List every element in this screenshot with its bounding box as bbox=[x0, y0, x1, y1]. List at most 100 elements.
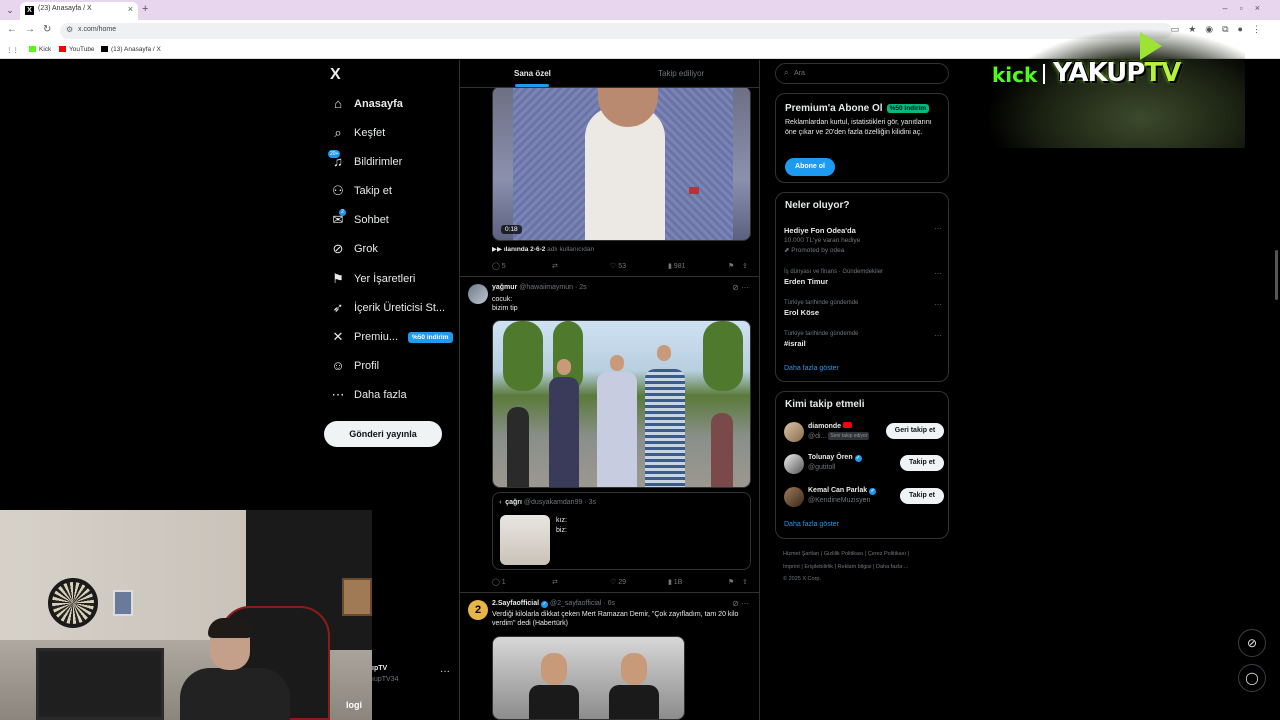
quoted-post[interactable]: ◐ çağrı @dusyakamdan99 · 3s kız: biz: bbox=[492, 492, 751, 570]
window-controls[interactable]: –▫× bbox=[1223, 3, 1272, 13]
tab-search-icon[interactable]: ⌄ bbox=[4, 4, 16, 16]
search-input[interactable]: ⌕ Ara bbox=[775, 63, 949, 84]
tab-following[interactable]: Takip ediliyor bbox=[658, 69, 704, 78]
author-name[interactable]: yağmur bbox=[492, 284, 517, 291]
footer-link[interactable]: Imprint bbox=[783, 564, 800, 570]
subscribe-button[interactable]: Abone ol bbox=[785, 158, 835, 176]
search-icon: ⌕ bbox=[334, 125, 342, 140]
nav-explore[interactable]: ⌕ Keşfet bbox=[330, 121, 385, 145]
apps-icon[interactable]: ⋮⋮ bbox=[6, 46, 19, 54]
trend-item[interactable]: Türkiye tarihinde gündemde #israil ··· bbox=[784, 331, 942, 348]
nav-label: Grok bbox=[354, 243, 378, 255]
profile-icon: ☺ bbox=[331, 358, 345, 373]
trend-more-icon[interactable]: ··· bbox=[934, 269, 942, 278]
x-premium-icon: ✕ bbox=[332, 329, 344, 344]
footer-link[interactable]: Erişilebilirlik bbox=[804, 564, 833, 570]
new-tab-button[interactable]: + bbox=[142, 3, 148, 15]
tab-close-icon[interactable]: × bbox=[128, 4, 133, 14]
footer-link[interactable]: Daha fazla ... bbox=[876, 564, 908, 570]
reply-button[interactable]: ◯ 1 bbox=[492, 578, 506, 586]
avatar[interactable] bbox=[784, 422, 804, 442]
footer-link[interactable]: Reklam bilgisi bbox=[838, 564, 872, 570]
x-logo-icon[interactable]: X bbox=[330, 66, 341, 84]
repost-button[interactable]: ⇄ bbox=[552, 262, 558, 270]
bookmark-kick[interactable]: Kick bbox=[29, 46, 51, 53]
back-icon[interactable]: ← bbox=[7, 24, 17, 35]
repost-button[interactable]: ⇄ bbox=[552, 578, 558, 586]
bookmark-icon[interactable]: ⚑ bbox=[728, 262, 734, 270]
follows-you-tag: Seni takip ediyor bbox=[828, 432, 870, 440]
post-photo[interactable] bbox=[492, 636, 685, 720]
account-name[interactable]: ıpTV bbox=[372, 665, 387, 672]
post-more-icon[interactable]: ⊘ ··· bbox=[732, 599, 749, 608]
nav-more[interactable]: ⋯ Daha fazla bbox=[330, 383, 407, 407]
post-video[interactable]: 0:18 bbox=[492, 86, 751, 241]
trends-show-more-link[interactable]: Daha fazla göster bbox=[784, 365, 839, 372]
author-name[interactable]: 2.Sayfaofficial bbox=[492, 600, 539, 607]
follow-show-more-link[interactable]: Daha fazla göster bbox=[784, 521, 839, 528]
post-button[interactable]: Gönderi yayınla bbox=[324, 421, 442, 447]
footer-links: Hizmet Şartları | Gizlilik Politikası | … bbox=[783, 551, 909, 582]
avatar[interactable] bbox=[468, 284, 488, 304]
tab-for-you[interactable]: Sana özel bbox=[514, 69, 551, 78]
browser-tab[interactable]: X (23) Anasayfa / X × bbox=[20, 2, 138, 20]
bookmark-label: YouTube bbox=[69, 46, 95, 53]
like-button[interactable]: ♡ 29 bbox=[610, 578, 626, 586]
follow-back-button[interactable]: Geri takip et bbox=[886, 423, 944, 439]
nav-premium[interactable]: ✕ Premiu... %50 indirim bbox=[330, 325, 453, 349]
views-button[interactable]: ▮ 981 bbox=[668, 262, 685, 270]
active-tab-indicator bbox=[515, 84, 549, 87]
trend-more-icon[interactable]: ··· bbox=[934, 331, 942, 340]
footer-link[interactable]: Gizlilik Politikası bbox=[824, 551, 863, 557]
trend-more-icon[interactable]: ··· bbox=[934, 224, 942, 233]
grok-fab-icon[interactable]: ⊘ bbox=[1238, 629, 1266, 657]
reload-icon[interactable]: ↻ bbox=[43, 24, 51, 35]
photo-person bbox=[507, 407, 529, 487]
quote-text-line: biz: bbox=[556, 527, 567, 534]
trend-more-icon[interactable]: ··· bbox=[934, 300, 942, 309]
like-button[interactable]: ♡ 53 bbox=[610, 262, 626, 270]
post-more-icon[interactable]: ⊘ ··· bbox=[732, 283, 749, 292]
forward-icon[interactable]: → bbox=[25, 24, 35, 35]
nav-creator-studio[interactable]: ➶ İçerik Üreticisi St... bbox=[330, 296, 446, 320]
nav-home[interactable]: ⌂ Anasayfa bbox=[330, 92, 403, 116]
account-more-icon[interactable]: ··· bbox=[440, 666, 450, 677]
post-photo[interactable] bbox=[492, 320, 751, 488]
nav-follow[interactable]: ⚇ Takip et bbox=[330, 179, 392, 203]
streamer-body bbox=[180, 668, 290, 720]
share-icon[interactable]: ⇪ bbox=[742, 262, 748, 270]
follow-button[interactable]: Takip et bbox=[900, 488, 944, 504]
views-button[interactable]: ▮ 1B bbox=[668, 578, 682, 586]
nav-chat[interactable]: ✉ 2 Sohbet bbox=[330, 208, 389, 232]
reply-button[interactable]: ◯ 5 bbox=[492, 262, 506, 270]
trend-item[interactable]: Hediye Fon Odea'da 10.000 TL'ye varan he… bbox=[784, 224, 942, 254]
follow-suggestion[interactable]: Kemal Can Parlak ✓ @KendineMuzisyen Takip… bbox=[784, 485, 944, 509]
nav-grok[interactable]: ⊘ Grok bbox=[330, 237, 378, 261]
follow-suggestion[interactable]: Tolunay Ören ✓ @gutitoll Takip et bbox=[784, 452, 944, 476]
quote-author-name: çağrı bbox=[505, 499, 522, 506]
video-frame-pocket-square bbox=[689, 187, 699, 194]
footer-link[interactable]: Hizmet Şartları bbox=[783, 551, 819, 557]
nav-notifications[interactable]: ♫ 20+ Bildirimler bbox=[328, 150, 402, 174]
nav-bookmarks[interactable]: ⚑ Yer İşaretleri bbox=[330, 267, 415, 291]
bookmark-icon[interactable]: ⚑ bbox=[728, 578, 734, 586]
bookmark-youtube[interactable]: YouTube bbox=[59, 46, 95, 53]
trend-item[interactable]: Türkiye tarihinde gündemde Erol Köse ··· bbox=[784, 300, 942, 317]
trend-item[interactable]: İş dünyası ve finans · Gündemdekiler Erd… bbox=[784, 269, 942, 286]
bookmark-x[interactable]: (13) Anasayfa / X bbox=[101, 46, 161, 53]
messages-fab-icon[interactable]: ◯ bbox=[1238, 664, 1266, 692]
site-info-icon[interactable]: ⚙ bbox=[66, 25, 73, 34]
share-icon[interactable]: ⇪ bbox=[742, 578, 748, 586]
browser-tab-strip: ⌄ X (23) Anasayfa / X × + –▫× bbox=[0, 0, 1280, 20]
author-handle: @2_sayfaofficial · 6s bbox=[550, 600, 615, 607]
avatar[interactable] bbox=[784, 454, 804, 474]
avatar[interactable] bbox=[784, 487, 804, 507]
photo-person bbox=[711, 413, 733, 487]
photo-person-head bbox=[541, 653, 567, 685]
footer-link[interactable]: Çerez Politikası bbox=[868, 551, 906, 557]
avatar[interactable]: 2 bbox=[468, 600, 488, 620]
follow-button[interactable]: Takip et bbox=[900, 455, 944, 471]
follow-suggestion[interactable]: diamonde @di... Seni takip ediyor Geri ta… bbox=[784, 420, 944, 444]
nav-profile[interactable]: ☺ Profil bbox=[330, 354, 379, 378]
page-scrollbar[interactable] bbox=[1275, 250, 1278, 300]
